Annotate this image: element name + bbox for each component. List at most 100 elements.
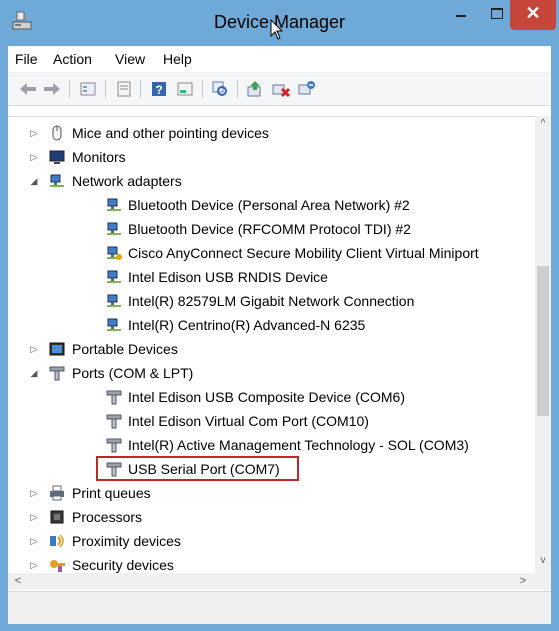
tree-item-device[interactable]: Bluetooth Device (Personal Area Network)… xyxy=(8,193,535,217)
tree-item-print-queues[interactable]: ▷ Print queues xyxy=(8,481,535,505)
mouse-cursor-icon xyxy=(270,19,284,40)
help-icon[interactable]: ? xyxy=(149,79,169,99)
show-hidden-icon[interactable] xyxy=(175,79,195,99)
expand-arrow-icon[interactable]: ▷ xyxy=(28,481,40,505)
toolbar-separator xyxy=(140,80,141,98)
expand-arrow-icon[interactable]: ▷ xyxy=(28,553,40,574)
close-button[interactable]: ✕ xyxy=(510,0,556,30)
printer-icon xyxy=(50,485,64,501)
client-area: File Action View Help ? ▷ Mice and other… xyxy=(8,46,551,624)
network-adapter-icon xyxy=(107,270,121,283)
status-bar xyxy=(8,591,551,624)
collapse-arrow-icon[interactable]: ◢ xyxy=(28,169,40,193)
tree-item-device[interactable]: Intel Edison Virtual Com Port (COM10) xyxy=(8,409,535,433)
highlight-box xyxy=(96,456,299,481)
expand-arrow-icon[interactable]: ▷ xyxy=(28,145,40,169)
tree-item-label: Processors xyxy=(72,509,143,525)
menu-action[interactable]: Action xyxy=(53,51,92,67)
tree-item-label: Intel Edison Virtual Com Port (COM10) xyxy=(128,413,369,429)
tree-item-label: Portable Devices xyxy=(72,341,178,357)
horizontal-scrollbar[interactable]: < > xyxy=(8,573,535,590)
tree-item-portable-devices[interactable]: ▷ Portable Devices xyxy=(8,337,535,361)
scroll-right-arrow-icon[interactable]: > xyxy=(515,573,531,590)
network-adapter-icon xyxy=(107,318,121,331)
tree-item-device[interactable]: Intel(R) Active Management Technology - … xyxy=(8,433,535,457)
menu-bar: File Action View Help xyxy=(8,46,551,73)
update-icon[interactable] xyxy=(114,79,134,99)
svg-text:?: ? xyxy=(155,83,162,97)
portable-device-icon xyxy=(49,342,65,356)
toolbar-separator xyxy=(237,80,238,98)
network-adapter-icon xyxy=(107,198,121,211)
scrollbar-corner xyxy=(535,573,551,590)
minimize-button[interactable] xyxy=(444,0,478,30)
tree-item-label: Proximity devices xyxy=(72,533,181,549)
tree-item-device[interactable]: Intel(R) 82579LM Gigabit Network Connect… xyxy=(8,289,535,313)
vertical-scrollbar[interactable]: ^ v xyxy=(535,116,551,573)
network-icon xyxy=(50,174,64,187)
properties-icon[interactable] xyxy=(78,79,98,99)
tree-item-label: Intel(R) Centrino(R) Advanced-N 6235 xyxy=(128,317,366,333)
tree-item-label: Bluetooth Device (RFCOMM Protocol TDI) #… xyxy=(128,221,411,237)
disable-icon[interactable] xyxy=(271,79,291,99)
scroll-thumb[interactable] xyxy=(537,266,549,416)
toolbar: ? xyxy=(8,73,551,106)
monitor-icon xyxy=(49,150,65,164)
forward-icon[interactable] xyxy=(42,79,62,99)
uninstall-icon[interactable] xyxy=(297,79,317,99)
tree-item-label: Intel(R) 82579LM Gigabit Network Connect… xyxy=(128,293,415,309)
tree-item-label: Monitors xyxy=(72,149,126,165)
tree-item-monitors[interactable]: ▷ Monitors xyxy=(8,145,535,169)
toolbar-separator xyxy=(202,80,203,98)
tree-item-processors[interactable]: ▷ Processors xyxy=(8,505,535,529)
toolbar-separator xyxy=(69,80,70,98)
expand-arrow-icon[interactable]: ▷ xyxy=(28,529,40,553)
collapse-arrow-icon[interactable]: ◢ xyxy=(28,361,40,385)
tree-item-device[interactable]: Intel Edison USB Composite Device (COM6) xyxy=(8,385,535,409)
menu-file[interactable]: File xyxy=(15,51,38,67)
tree-item-label: Intel(R) Active Management Technology - … xyxy=(128,437,469,453)
expand-arrow-icon[interactable]: ▷ xyxy=(28,337,40,361)
tree-item-security-devices[interactable]: ▷ Security devices xyxy=(8,553,535,574)
network-adapter-icon xyxy=(107,294,121,307)
port-icon xyxy=(106,438,122,453)
tree-item-label: Ports (COM & LPT) xyxy=(72,365,194,381)
security-icon xyxy=(50,560,65,572)
tree-item-label: Network adapters xyxy=(72,173,182,189)
back-icon[interactable] xyxy=(18,79,38,99)
tree-item-proximity-devices[interactable]: ▷ Proximity devices xyxy=(8,529,535,553)
menu-help[interactable]: Help xyxy=(163,51,192,67)
scroll-down-arrow-icon[interactable]: v xyxy=(535,555,551,571)
tree-item-device[interactable]: Intel Edison USB RNDIS Device xyxy=(8,265,535,289)
device-manager-window: Device Manager ✕ File Action View Help ? xyxy=(0,0,559,631)
port-icon xyxy=(106,390,122,405)
update-driver-icon[interactable] xyxy=(245,79,265,99)
port-icon xyxy=(49,366,65,381)
tree-item-label: Intel Edison USB RNDIS Device xyxy=(128,269,328,285)
tree-item-label: Security devices xyxy=(72,557,174,573)
tree-item-ports[interactable]: ◢ Ports (COM & LPT) xyxy=(8,361,535,385)
port-icon xyxy=(106,414,122,429)
tree-item-label: Print queues xyxy=(72,485,151,501)
tree-item-device[interactable]: Intel(R) Centrino(R) Advanced-N 6235 xyxy=(8,313,535,337)
close-icon: ✕ xyxy=(525,3,541,23)
scan-icon[interactable] xyxy=(210,79,230,99)
tree-item-label: Intel Edison USB Composite Device (COM6) xyxy=(128,389,405,405)
title-bar[interactable]: Device Manager ✕ xyxy=(0,0,559,46)
tree-item-network-adapters[interactable]: ◢ Network adapters xyxy=(8,169,535,193)
scroll-up-arrow-icon[interactable]: ^ xyxy=(535,118,551,134)
expand-arrow-icon[interactable]: ▷ xyxy=(28,505,40,529)
mouse-icon xyxy=(52,125,62,141)
menu-view[interactable]: View xyxy=(115,51,145,67)
network-adapter-icon xyxy=(107,222,121,235)
scroll-left-arrow-icon[interactable]: < xyxy=(10,573,26,590)
tree-item-device[interactable]: Bluetooth Device (RFCOMM Protocol TDI) #… xyxy=(8,217,535,241)
tree-item-device[interactable]: Cisco AnyConnect Secure Mobility Client … xyxy=(8,241,535,265)
toolbar-separator xyxy=(105,80,106,98)
expand-arrow-icon[interactable]: ▷ xyxy=(28,121,40,145)
tree-item-label: Bluetooth Device (Personal Area Network)… xyxy=(128,197,410,213)
device-tree[interactable]: ▷ Mice and other pointing devices ▷ Moni… xyxy=(8,116,535,574)
maximize-button[interactable] xyxy=(479,0,513,30)
proximity-icon xyxy=(50,534,64,548)
tree-item-mice[interactable]: ▷ Mice and other pointing devices xyxy=(8,121,535,145)
